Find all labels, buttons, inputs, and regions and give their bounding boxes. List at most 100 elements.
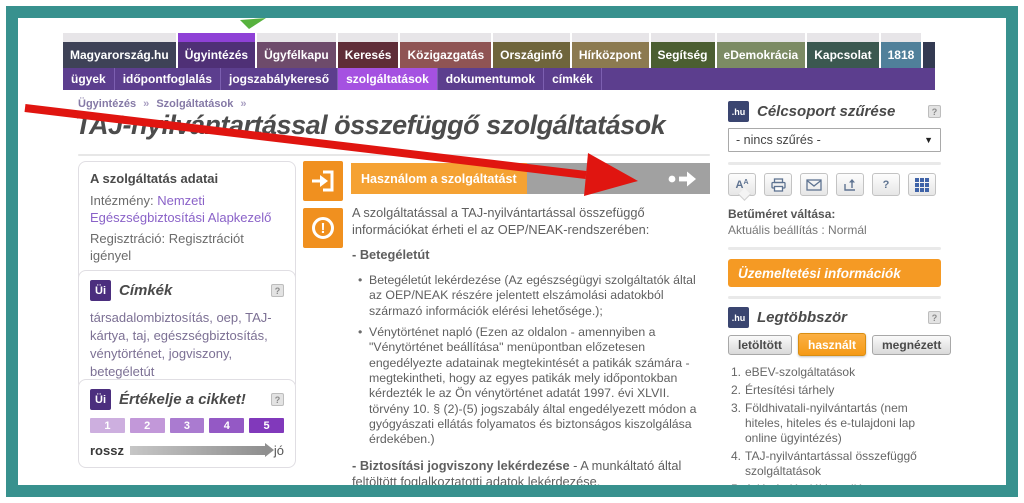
- rating-button-5[interactable]: 5: [249, 418, 284, 433]
- nav-tab-strip: [63, 33, 176, 42]
- dot-arrow-icon: [668, 171, 696, 186]
- rating-buttons: 12345: [90, 418, 284, 433]
- share-button[interactable]: [836, 173, 864, 196]
- most-list-item[interactable]: 2. Értesítési tárhely: [728, 383, 941, 398]
- logo-fragment: [240, 18, 266, 29]
- tags-title: Címkék: [119, 282, 173, 299]
- breadcrumb: Ügyintézés » Szolgáltatások »: [78, 98, 251, 110]
- article-body: A szolgáltatással a TAJ-nyilvántartással…: [352, 205, 710, 490]
- breadcrumb-link-szolgaltatasok[interactable]: Szolgáltatások: [156, 98, 233, 110]
- nav-tab-magyarorsz-g-hu[interactable]: Magyarország.hu: [63, 33, 176, 68]
- nav-tab-orsz-ginf[interactable]: Országinfó: [493, 33, 570, 68]
- target-filter-title: Célcsoport szűrése: [757, 103, 896, 120]
- help-button[interactable]: ?: [872, 173, 900, 196]
- nav-tab-k-zigazgat-s[interactable]: Közigazgatás: [400, 33, 492, 68]
- nav-tab-seg-ts-g[interactable]: Segítség: [650, 33, 715, 68]
- most-title: Legtöbbször: [757, 309, 847, 326]
- nav-tab-keres-s[interactable]: Keresés: [337, 33, 399, 68]
- most-list-item[interactable]: 3. Földhivatali-nyilvántartás (nem hitele…: [728, 401, 941, 446]
- print-button[interactable]: [764, 173, 792, 196]
- hu-badge-icon: .hu: [728, 307, 749, 328]
- most-item-number: 4.: [730, 449, 741, 463]
- breadcrumb-link-ugyintezes[interactable]: Ügyintézés: [78, 98, 136, 110]
- nav-tab-label: Segítség: [650, 42, 715, 68]
- article-bullet-list: Betegéletút lekérdezése (Az egészségügyi…: [356, 273, 710, 448]
- nav-tab-kapcsolat[interactable]: Kapcsolat: [807, 33, 879, 68]
- subnav-item-dokumentumok[interactable]: dokumentumok: [438, 68, 545, 90]
- most-list-item[interactable]: 1. eBEV-szolgáltatások: [728, 365, 941, 380]
- service-registration: Regisztráció: Regisztrációt igényel: [90, 231, 244, 264]
- nav-tab-strip: [571, 33, 649, 42]
- use-service-arrow[interactable]: [527, 163, 710, 194]
- rating-box: Üi Értékelje a cikket! ? 12345 rossz jó: [78, 379, 296, 468]
- breadcrumb-separator: »: [240, 98, 247, 110]
- nav-filler: [923, 42, 935, 68]
- share-icon: [844, 178, 855, 191]
- article-item-jogviszony: - Biztosítási jogviszony lekérdezése - A…: [352, 457, 682, 490]
- font-size-current: Aktuális beállítás : Normál: [728, 223, 867, 237]
- most-tab-haszn-lt[interactable]: használt: [798, 333, 867, 356]
- most-item-label: eBEV-szolgáltatások: [745, 365, 856, 379]
- font-size-label: Betűméret váltása:: [728, 207, 836, 221]
- nav-tab-label: Kapcsolat: [807, 42, 879, 68]
- apps-grid-button[interactable]: [908, 173, 936, 196]
- divider: [728, 162, 941, 165]
- most-list-item[interactable]: 4. TAJ-nyilvántartással összefüggő szolgá…: [728, 449, 941, 479]
- nav-tab-h-rk-zpont[interactable]: Hírközpont: [571, 33, 649, 68]
- nav-tab-gyint-z-s[interactable]: Ügyintézés: [177, 33, 256, 68]
- subnav-item-id-pontfoglal-s[interactable]: időpontfoglalás: [115, 68, 222, 90]
- nav-tab-1818[interactable]: 1818: [880, 33, 922, 68]
- nav-tab-strip: [807, 33, 879, 42]
- nav-tab-gyf-lkapu[interactable]: Ügyfélkapu: [257, 33, 336, 68]
- hu-badge-icon: .hu: [728, 101, 749, 122]
- use-service-bar[interactable]: Használom a szolgáltatást: [351, 163, 710, 194]
- secondary-nav: ügyek időpontfoglalás jogszabálykereső szol…: [63, 68, 935, 90]
- nav-tab-edemokr-cia[interactable]: eDemokrácia: [716, 33, 806, 68]
- email-button[interactable]: [800, 173, 828, 196]
- grid-icon: [915, 177, 929, 192]
- service-institution: Intézmény: Nemzeti Egészségbiztosítási A…: [90, 193, 272, 226]
- subnav-item-c-mk-k[interactable]: címkék: [544, 68, 602, 90]
- subnav-item-szolg-ltat-sok[interactable]: szolgáltatások: [338, 68, 438, 90]
- enter-service-icon: [303, 161, 343, 201]
- primary-nav: Magyarország.hu Ügyintézés Ügyfélkapu Keres…: [63, 33, 935, 68]
- rating-button-3[interactable]: 3: [169, 418, 205, 433]
- article-item-betegeletut: - Betegéletút: [352, 247, 430, 263]
- breadcrumb-separator: »: [143, 98, 150, 110]
- nav-tab-label: Közigazgatás: [400, 42, 492, 68]
- nav-tab-strip: [400, 33, 492, 42]
- rating-button-2[interactable]: 2: [129, 418, 165, 433]
- nav-tab-strip: [177, 33, 256, 42]
- subnav-item-jogszab-lykeres[interactable]: jogszabálykereső: [221, 68, 339, 90]
- most-tab-megn-zett[interactable]: megnézett: [872, 334, 952, 355]
- page-toolbar: AA ?: [728, 173, 941, 196]
- ui-badge-icon: Üi: [90, 389, 111, 410]
- rating-button-4[interactable]: 4: [209, 418, 245, 433]
- rating-low-label: rossz: [90, 443, 124, 458]
- help-icon[interactable]: ?: [271, 284, 284, 297]
- nav-tab-strip: [337, 33, 399, 42]
- help-icon[interactable]: ?: [928, 311, 941, 324]
- rating-button-1[interactable]: 1: [90, 418, 125, 433]
- rating-slider[interactable]: [129, 443, 274, 457]
- operations-info-banner[interactable]: Üzemeltetési információk: [728, 259, 941, 287]
- most-tab-let-lt-tt[interactable]: letöltött: [728, 334, 792, 355]
- nav-tab-strip: [493, 33, 570, 42]
- tags-list[interactable]: társadalombiztosítás, oep, TAJ-kártya, t…: [90, 309, 284, 381]
- service-info-title: A szolgáltatás adatai: [90, 171, 219, 186]
- use-service-button[interactable]: Használom a szolgáltatást: [351, 163, 527, 194]
- help-icon[interactable]: ?: [271, 393, 284, 406]
- nav-tab-label: Keresés: [337, 42, 399, 68]
- rating-title: Értékelje a cikket!: [119, 391, 246, 408]
- article-bullet: Vénytörténet napló (Ezen az oldalon - am…: [356, 325, 710, 448]
- most-item-number: 1.: [730, 365, 741, 379]
- nav-tab-strip: [257, 33, 336, 42]
- most-item-number: 3.: [730, 401, 741, 415]
- most-item-label: Földhivatali-nyilvántartás (nem hiteles,…: [745, 401, 916, 445]
- target-filter-select[interactable]: - nincs szűrés - ▼: [728, 128, 941, 152]
- most-list: 1. eBEV-szolgáltatások 2. Értesítési tárhel…: [728, 365, 941, 485]
- help-icon[interactable]: ?: [928, 105, 941, 118]
- nav-tab-label: Ügyfélkapu: [257, 42, 336, 68]
- subnav-item-gyek[interactable]: ügyek: [63, 68, 115, 90]
- most-list-item[interactable]: 5. Adó- és járulékbevallás: [728, 482, 941, 485]
